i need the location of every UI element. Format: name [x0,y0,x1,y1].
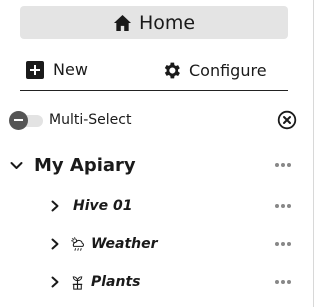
tree-root-my-apiary[interactable]: My Apiary [10,152,295,178]
new-button[interactable]: New [26,60,88,79]
action-bar: New Configure [20,52,288,91]
plant-icon [72,275,83,290]
tree-item-label: Hive 01 [73,198,133,214]
tree-item-plants[interactable]: Plants [50,270,295,294]
new-label: New [53,60,88,79]
home-label: Home [138,11,196,34]
home-button[interactable]: Home [20,6,288,39]
multi-select-row: Multi-Select [9,109,299,131]
configure-label: Configure [189,61,267,80]
home-icon [113,14,131,31]
configure-button[interactable]: Configure [161,60,267,81]
chevron-right-icon[interactable] [50,200,60,212]
chevron-right-icon[interactable] [50,276,60,288]
gear-icon [164,62,180,79]
chevron-down-icon[interactable] [10,159,23,172]
chevron-right-icon[interactable] [50,238,60,250]
toggle-knob [9,111,28,130]
more-horizontal-icon[interactable] [275,204,291,208]
multi-select-toggle[interactable] [9,111,45,130]
panel-border [313,0,314,307]
close-circle-icon[interactable] [277,110,297,130]
more-horizontal-icon[interactable] [275,163,291,167]
multi-select-label: Multi-Select [49,112,132,128]
tree-item-weather[interactable]: Weather [50,232,295,256]
more-horizontal-icon[interactable] [275,280,291,284]
weather-icon [71,236,84,251]
plus-square-icon [26,60,44,79]
tree-root-label: My Apiary [34,154,136,176]
more-horizontal-icon[interactable] [275,242,291,246]
tree-item-label: Weather [91,236,158,252]
tree-item-label: Plants [91,274,141,290]
tree-item-hive-01[interactable]: Hive 01 [50,194,295,218]
